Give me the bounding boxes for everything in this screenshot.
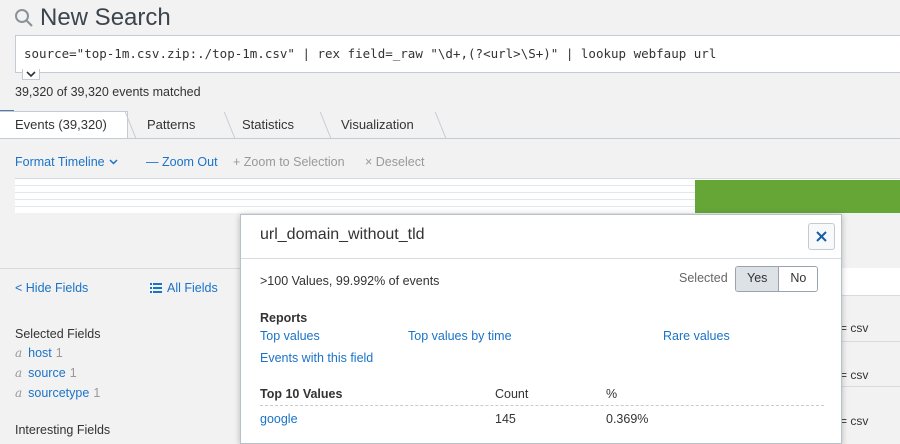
format-timeline-button[interactable]: Format Timeline: [15, 155, 118, 169]
selected-toggle: Yes No: [735, 266, 819, 292]
minus-icon: —: [146, 155, 162, 169]
string-type-icon: a: [15, 346, 23, 360]
field-count: 1: [55, 346, 63, 360]
tab-statistics[interactable]: Statistics: [242, 112, 294, 139]
rare-values-link[interactable]: Rare values: [663, 329, 730, 343]
page-title-text: New Search: [40, 4, 171, 31]
tab-patterns[interactable]: Patterns: [147, 112, 195, 139]
tab-separator: [319, 112, 332, 138]
tabs-divider: [0, 138, 900, 139]
events-matched-status: 39,320 of 39,320 events matched: [15, 85, 201, 99]
zoom-to-selection-button[interactable]: + Zoom to Selection: [233, 155, 345, 169]
hide-fields-label: Hide Fields: [25, 281, 89, 295]
search-expand-toggle[interactable]: [22, 69, 40, 80]
field-count: 1: [93, 386, 101, 400]
format-timeline-label: Format Timeline: [15, 155, 105, 169]
event-sourcetype-value[interactable]: = csv: [840, 368, 900, 396]
values-summary: >100 Values, 99.992% of events: [260, 274, 440, 288]
top-values-link[interactable]: Top values: [260, 329, 320, 343]
close-icon: [816, 231, 827, 242]
selected-fields-heading: Selected Fields: [15, 327, 101, 341]
event-row-divider: [840, 386, 900, 387]
list-icon: [150, 283, 162, 293]
table-header-divider: [260, 405, 824, 406]
top-values-by-time-link[interactable]: Top values by time: [408, 329, 512, 343]
deselect-label: Deselect: [375, 155, 425, 169]
events-with-field-link[interactable]: Events with this field: [260, 351, 373, 365]
interesting-fields-heading: Interesting Fields: [15, 423, 111, 437]
tab-visualization[interactable]: Visualization: [341, 112, 414, 139]
deselect-button[interactable]: × Deselect: [365, 155, 424, 169]
search-icon: [15, 9, 33, 27]
zoom-out-label: Zoom Out: [161, 155, 218, 169]
field-name: source: [28, 366, 66, 380]
field-item-source[interactable]: a source 1: [15, 366, 77, 380]
tab-events[interactable]: Events (39,320): [15, 112, 107, 139]
col-header-value: Top 10 Values: [260, 387, 343, 401]
no-button[interactable]: No: [779, 267, 818, 291]
field-item-sourcetype[interactable]: a sourcetype 1: [15, 386, 100, 400]
hide-fields-button[interactable]: < Hide Fields: [15, 281, 88, 295]
field-summary-popup: url_domain_without_tld >100 Values, 99.9…: [240, 214, 842, 444]
chevron-down-icon: [109, 159, 118, 165]
plus-icon: +: [233, 155, 244, 169]
event-sourcetype-value[interactable]: = csv: [840, 414, 900, 442]
close-button[interactable]: [808, 223, 835, 250]
string-type-icon: a: [15, 386, 23, 400]
x-icon: ×: [365, 155, 376, 169]
selected-label: Selected: [679, 271, 728, 285]
top-value-link[interactable]: google: [260, 412, 298, 426]
timeline-bar[interactable]: [695, 180, 900, 213]
chevron-left-icon: <: [15, 281, 26, 295]
yes-button[interactable]: Yes: [736, 267, 780, 291]
chevron-down-icon: [26, 70, 36, 77]
zoom-out-button[interactable]: — Zoom Out: [146, 155, 218, 169]
field-name: sourcetype: [28, 386, 90, 400]
top-value-pct: 0.369%: [606, 412, 649, 426]
event-row-divider: [840, 341, 900, 342]
field-item-host[interactable]: a host 1: [15, 346, 63, 360]
tab-separator: [434, 112, 447, 138]
reports-heading: Reports: [260, 311, 308, 325]
top-value-count: 145: [495, 412, 516, 426]
string-type-icon: a: [15, 366, 23, 380]
col-header-count: Count: [495, 387, 529, 401]
zoom-to-selection-label: Zoom to Selection: [243, 155, 345, 169]
popup-title: url_domain_without_tld: [260, 226, 425, 243]
field-name: host: [28, 346, 52, 360]
event-sourcetype-value[interactable]: = csv: [840, 321, 900, 349]
all-fields-label: All Fields: [167, 281, 218, 295]
page-title: New Search: [14, 4, 171, 32]
all-fields-button[interactable]: All Fields: [150, 281, 218, 295]
tab-separator: [223, 112, 236, 138]
col-header-pct: %: [606, 387, 618, 401]
search-input[interactable]: source="top-1m.csv.zip:./top-1m.csv" | r…: [15, 35, 900, 73]
field-count: 1: [69, 366, 77, 380]
